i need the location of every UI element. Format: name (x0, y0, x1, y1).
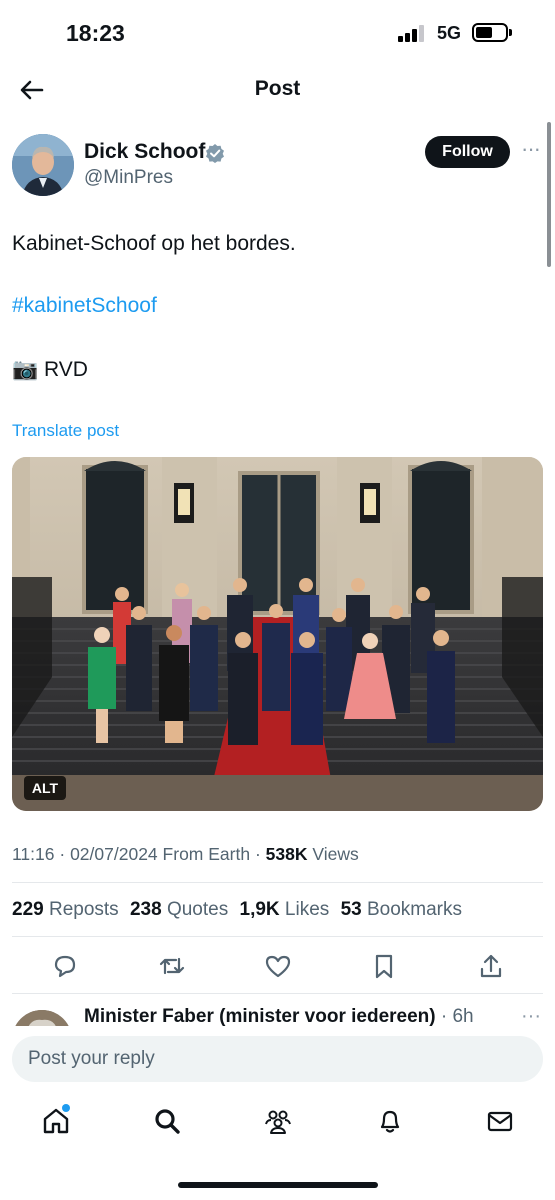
status-time: 18:23 (66, 20, 125, 46)
post-meta: 11:16 · 02/07/2024 From Earth · 538K Vie… (12, 844, 359, 865)
quotes-stat[interactable]: 238 Quotes (130, 899, 228, 920)
signal-icon (398, 24, 428, 42)
arrow-left-icon[interactable] (18, 76, 46, 104)
views-label: Views (312, 844, 359, 864)
status-bar: 18:23 5G (0, 0, 555, 66)
battery-cap (509, 29, 512, 36)
messages-icon[interactable] (485, 1106, 515, 1136)
post-image[interactable] (12, 457, 543, 811)
author-name[interactable]: Dick Schoof (84, 140, 205, 164)
notifications-icon[interactable] (375, 1106, 405, 1136)
repost-icon[interactable] (157, 951, 187, 981)
post-source: From Earth (162, 844, 251, 864)
hashtag-link[interactable]: #kabinetSchoof (12, 294, 157, 318)
reposts-stat[interactable]: 229 Reposts (12, 899, 119, 920)
reply-author-name[interactable]: Minister Faber (minister voor iedereen) (84, 1006, 436, 1027)
reply-composer (0, 1026, 555, 1200)
post-time: 11:16 (12, 844, 55, 864)
reply-time: · 6h (440, 1006, 474, 1027)
home-notification-dot (62, 1104, 70, 1112)
divider (12, 882, 543, 883)
meta-separator-2: · (254, 844, 261, 864)
reply-author[interactable]: Minister Faber (minister voor iedereen) … (84, 1006, 474, 1028)
bookmark-icon[interactable] (369, 951, 399, 981)
views-count: 538K (265, 844, 308, 864)
meta-separator: · (59, 844, 66, 864)
reply-more-icon[interactable]: ··· (521, 1006, 541, 1026)
divider (12, 936, 543, 937)
like-icon[interactable] (263, 951, 293, 981)
post-text: Kabinet-Schoof op het bordes. (12, 232, 296, 255)
translate-post-link[interactable]: Translate post (12, 421, 119, 441)
credit-text: RVD (44, 358, 88, 381)
reply-icon[interactable] (50, 951, 80, 981)
divider (12, 993, 543, 994)
verified-badge-icon (206, 144, 224, 163)
follow-button[interactable]: Follow (425, 136, 510, 168)
post-stats: 229 Reposts 238 Quotes 1,9K Likes 53 Boo… (12, 899, 468, 921)
reply-input[interactable] (12, 1036, 543, 1082)
communities-icon[interactable] (263, 1106, 293, 1136)
author-handle[interactable]: @MinPres (84, 167, 173, 189)
search-icon[interactable] (152, 1106, 182, 1136)
share-icon[interactable] (476, 951, 506, 981)
alt-badge[interactable]: ALT (24, 776, 66, 800)
camera-icon: 📷 (12, 358, 39, 381)
photo-credit: 📷 RVD (12, 358, 88, 382)
avatar[interactable] (12, 134, 74, 196)
more-options-icon[interactable]: ··· (521, 138, 543, 162)
bookmarks-stat[interactable]: 53 Bookmarks (341, 899, 462, 920)
battery-icon (472, 23, 508, 42)
scrollbar[interactable] (547, 122, 551, 267)
page-title: Post (254, 77, 301, 100)
likes-stat[interactable]: 1,9K Likes (240, 899, 330, 920)
home-indicator (178, 1182, 378, 1188)
network-type: 5G (437, 23, 462, 43)
post-date: 02/07/2024 (70, 844, 158, 864)
